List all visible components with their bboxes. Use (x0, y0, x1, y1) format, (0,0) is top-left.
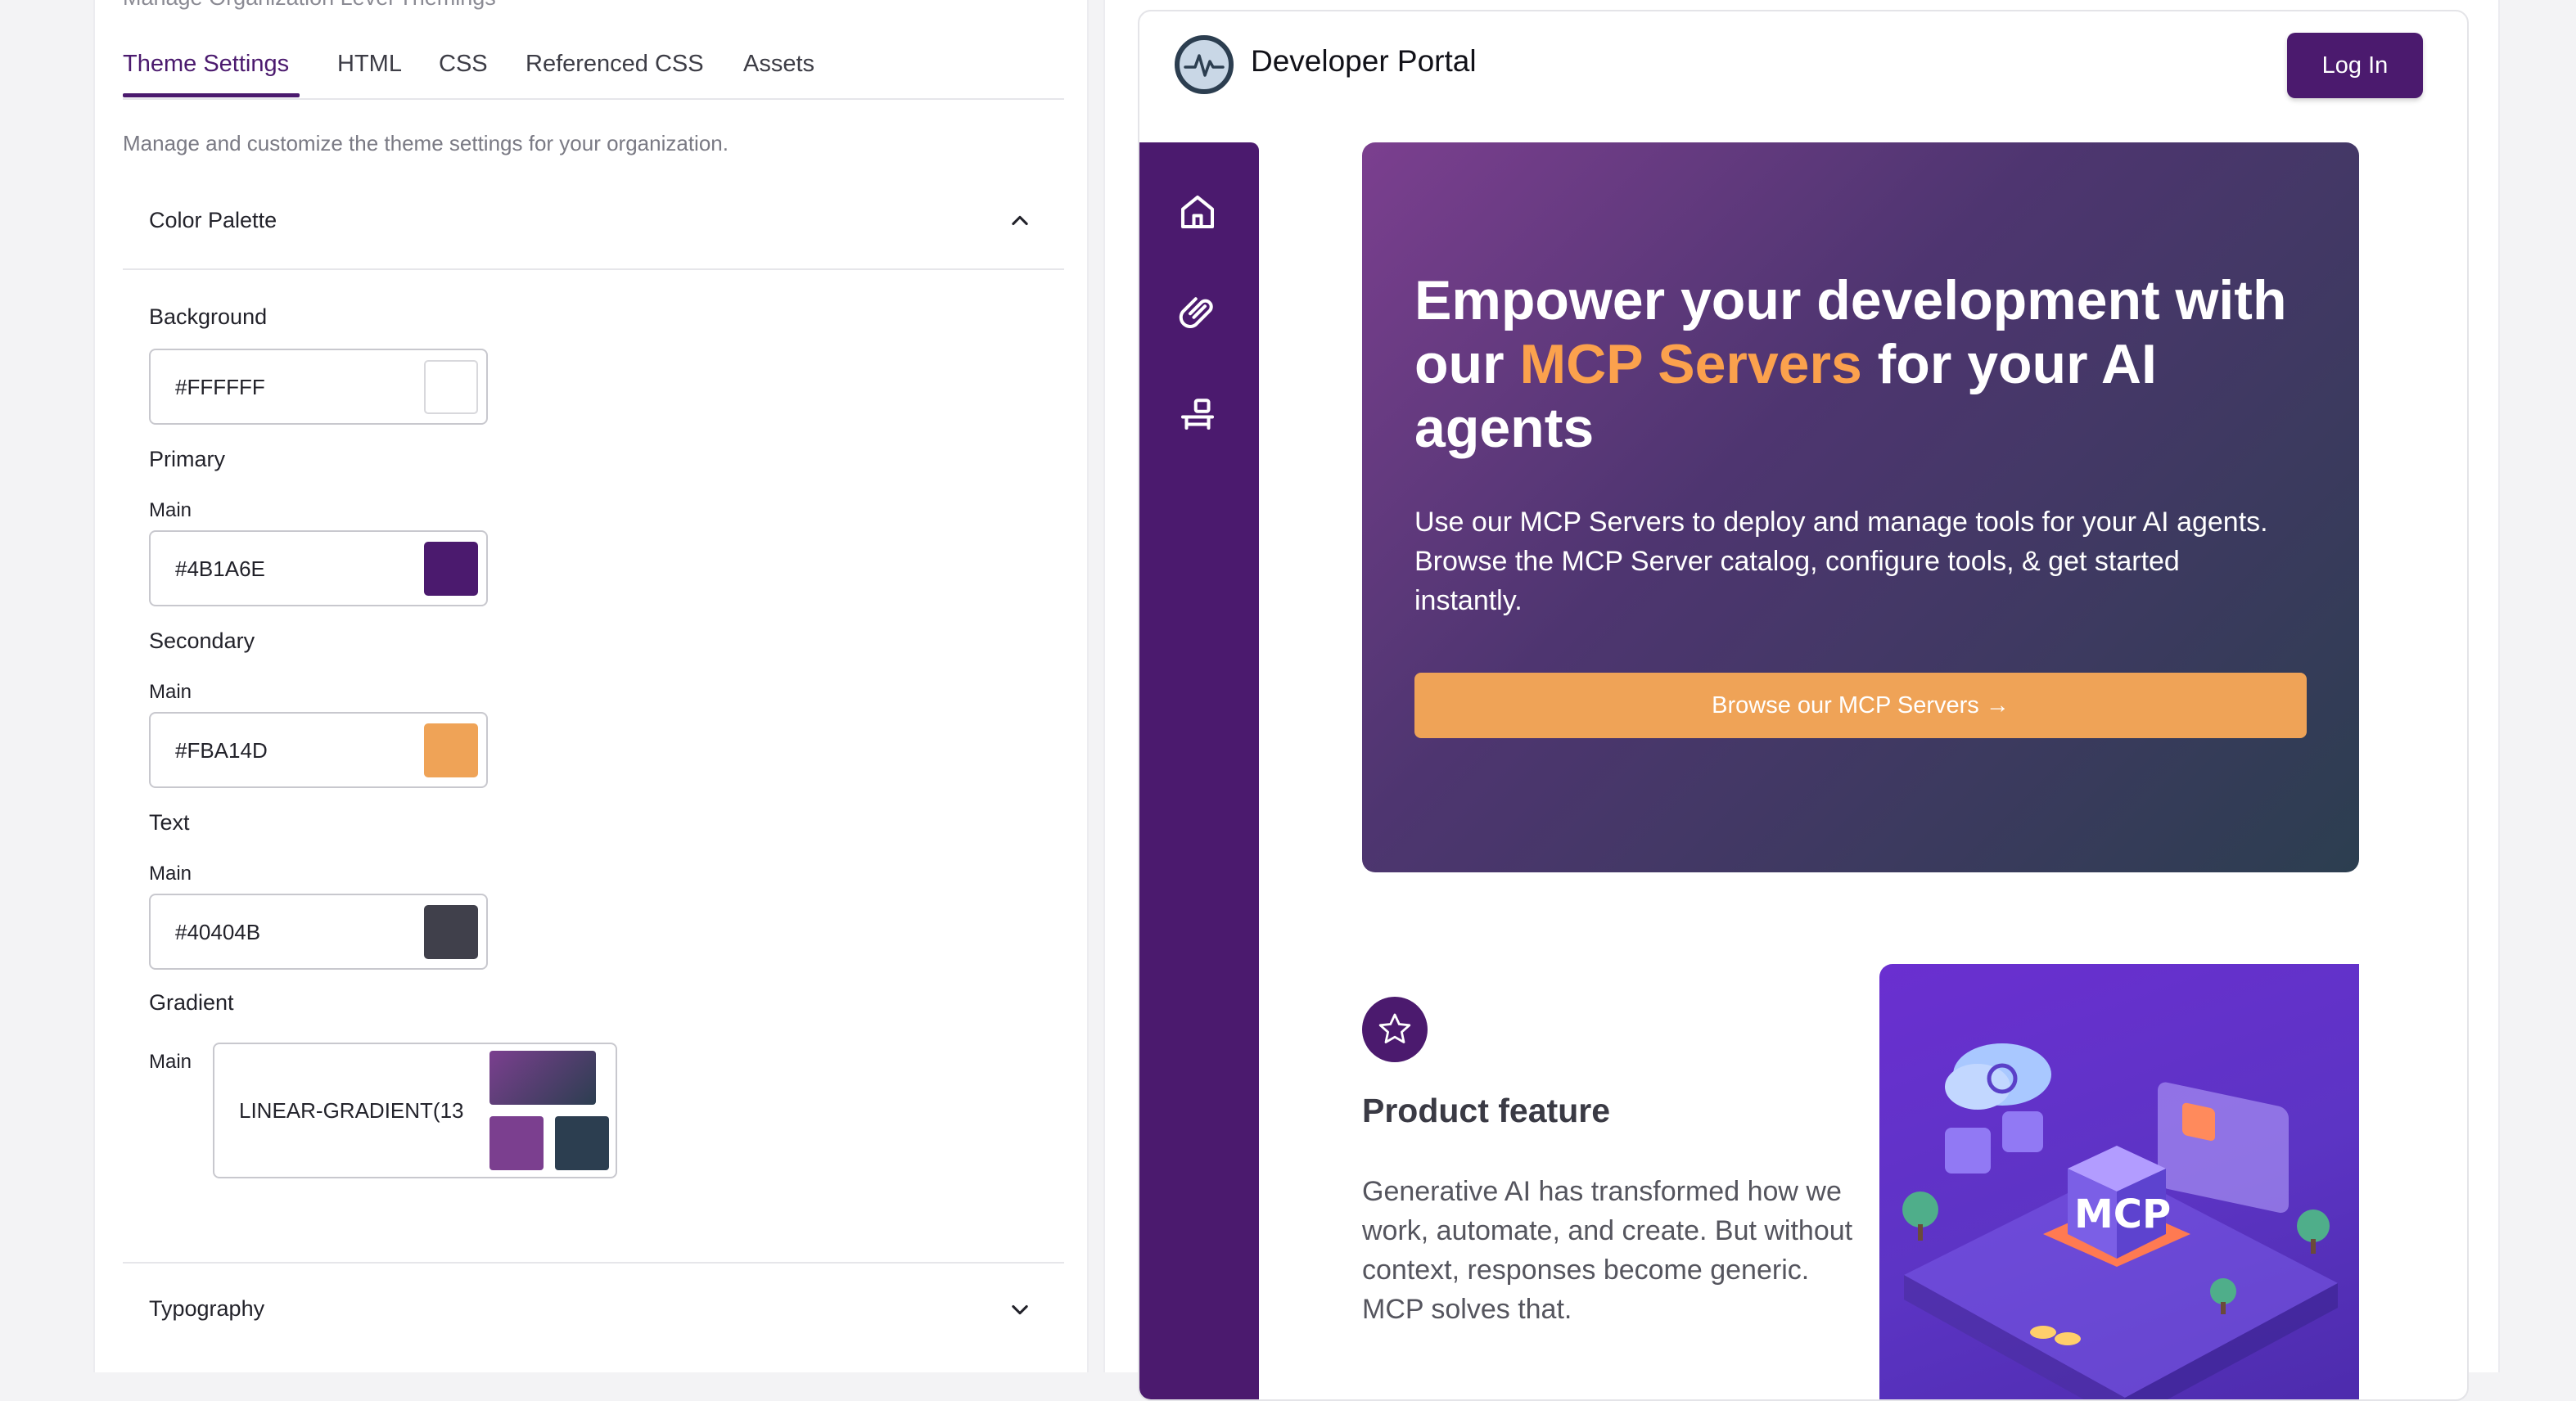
primary-hex-value: #4B1A6E (175, 556, 265, 581)
gradient-stop-2-swatch[interactable] (555, 1116, 609, 1170)
typography-title: Typography (149, 1296, 265, 1321)
feature-description: Generative AI has transformed how we wor… (1362, 1176, 1853, 1325)
desk-icon[interactable] (1175, 391, 1220, 435)
secondary-hex-value: #FBA14D (175, 738, 268, 763)
hero-banner: Empower your development with our MCP Se… (1362, 142, 2359, 872)
feature-title: Product feature (1362, 1092, 1610, 1129)
login-button[interactable]: Log In (2287, 33, 2423, 98)
gradient-label: Gradient (149, 990, 234, 1015)
tab-theme-settings[interactable]: Theme Settings (123, 51, 289, 78)
secondary-swatch[interactable] (424, 723, 478, 777)
side-nav (1139, 142, 1259, 1399)
text-hex-value: #40404B (175, 920, 261, 944)
primary-color-input[interactable]: #4B1A6E (149, 530, 488, 606)
background-label: Background (149, 304, 268, 329)
chevron-up-icon (1012, 215, 1028, 226)
secondary-color-input[interactable]: #FBA14D (149, 712, 488, 788)
gradient-input[interactable]: LINEAR-GRADIENT(13 (213, 1043, 617, 1178)
tab-assets[interactable]: Assets (743, 51, 814, 78)
text-swatch[interactable] (424, 905, 478, 959)
gradient-value: LINEAR-GRADIENT(13 (239, 1098, 464, 1123)
background-hex-value: #FFFFFF (175, 375, 265, 399)
typography-header[interactable]: Typography (123, 1265, 1064, 1355)
secondary-main-label: Main (149, 681, 192, 703)
pulse-logo-icon (1175, 35, 1234, 94)
secondary-label: Secondary (149, 628, 255, 653)
background-swatch[interactable] (424, 360, 478, 414)
text-main-label: Main (149, 863, 192, 885)
tab-referenced-css[interactable]: Referenced CSS (526, 51, 704, 78)
tab-css[interactable]: CSS (439, 51, 488, 78)
gradient-main-label: Main (149, 1051, 192, 1073)
gradient-stop-1-swatch[interactable] (489, 1116, 544, 1170)
active-tab-indicator (123, 93, 300, 97)
section-divider (123, 1262, 1064, 1264)
gradient-preview-swatch (489, 1051, 596, 1105)
color-palette-title: Color Palette (149, 208, 277, 232)
theme-preview-pane: Developer Portal Log In Empower your dev… (1103, 0, 2500, 1401)
home-icon[interactable] (1175, 190, 1220, 234)
primary-main-label: Main (149, 499, 192, 521)
portal-header: Developer Portal Log In (1139, 11, 2467, 142)
browse-mcp-servers-button[interactable]: Browse our MCP Servers → (1414, 673, 2307, 738)
primary-label: Primary (149, 447, 225, 471)
primary-swatch[interactable] (424, 542, 478, 596)
feature-star-badge (1362, 997, 1428, 1062)
tab-html[interactable]: HTML (337, 51, 402, 78)
mcp-cube-label: MCP (2074, 1192, 2171, 1237)
hero-title-accent: MCP Servers (1519, 333, 1862, 395)
tab-description: Manage and customize the theme settings … (123, 131, 729, 155)
panel-heading: Manage Organization Level Themings (123, 0, 496, 11)
chevron-down-icon (1012, 1304, 1028, 1315)
portal-title: Developer Portal (1251, 44, 1477, 78)
color-palette-header[interactable]: Color Palette (123, 177, 1064, 267)
hero-description: Use our MCP Servers to deploy and manage… (1414, 507, 2268, 616)
text-color-input[interactable]: #40404B (149, 894, 488, 970)
text-color-label: Text (149, 810, 190, 835)
mcp-illustration: MCP (1879, 964, 2359, 1399)
settings-tabs: Theme Settings HTML CSS Referenced CSS A… (123, 46, 1064, 100)
section-divider (123, 268, 1064, 270)
theme-settings-panel: Manage Organization Level Themings Theme… (93, 0, 1089, 1372)
portal-preview: Developer Portal Log In Empower your dev… (1138, 10, 2469, 1401)
hero-title: Empower your development with our MCP Se… (1414, 268, 2331, 460)
star-icon (1378, 1013, 1411, 1043)
paperclip-icon[interactable] (1175, 290, 1220, 334)
background-color-input[interactable]: #FFFFFF (149, 349, 488, 425)
mcp-isometric-illustration: MCP (1902, 1043, 2338, 1399)
